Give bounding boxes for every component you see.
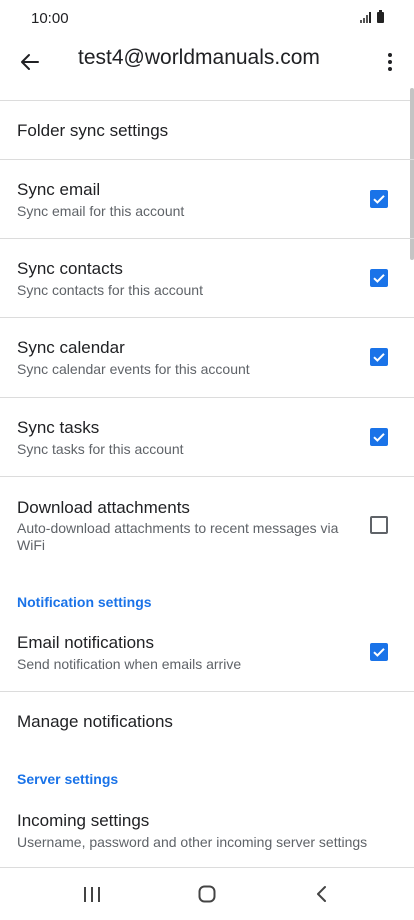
manage-notifications-label: Manage notifications	[17, 712, 173, 731]
status-icons	[360, 10, 384, 23]
setting-subtitle: Sync email for this account	[17, 203, 185, 219]
sync-tasks-checkbox[interactable]	[370, 428, 388, 446]
battery-icon	[377, 10, 384, 23]
email-notifications-checkbox[interactable]	[370, 643, 388, 661]
setting-sync-tasks[interactable]: Sync tasks Sync tasks for this account	[0, 398, 400, 476]
sync-calendar-checkbox[interactable]	[370, 348, 388, 366]
back-button[interactable]	[16, 47, 46, 77]
section-header-server: Server settings	[17, 771, 119, 787]
setting-email-notifications[interactable]: Email notifications Send notification wh…	[0, 613, 400, 691]
setting-title: Sync email	[17, 180, 101, 199]
folder-sync-settings-label: Folder sync settings	[17, 121, 169, 140]
setting-subtitle: Sync calendar events for this account	[17, 361, 250, 377]
setting-sync-calendar[interactable]: Sync calendar Sync calendar events for t…	[0, 318, 400, 397]
app-bar: test4@worldmanuals.com	[0, 38, 414, 100]
recent-apps-button[interactable]	[72, 878, 112, 910]
incoming-settings-item[interactable]: Incoming settings Username, password and…	[0, 792, 414, 862]
status-time: 10:00	[31, 10, 69, 27]
check-icon	[373, 353, 385, 362]
page-title: test4@worldmanuals.com	[78, 46, 320, 69]
setting-subtitle: Auto-download attachments to recent mess…	[17, 520, 339, 553]
back-nav-button[interactable]	[302, 878, 342, 910]
home-icon	[198, 885, 216, 903]
section-header-notifications: Notification settings	[17, 594, 152, 610]
more-vert-icon	[388, 53, 392, 71]
setting-subtitle: Sync contacts for this account	[17, 282, 203, 298]
setting-title: Download attachments	[17, 498, 190, 517]
setting-sync-contacts[interactable]: Sync contacts Sync contacts for this acc…	[0, 239, 400, 317]
setting-download-attachments[interactable]: Download attachments Auto-download attac…	[0, 477, 400, 572]
back-arrow-icon	[21, 54, 39, 70]
setting-title: Sync tasks	[17, 418, 100, 437]
setting-title: Sync contacts	[17, 259, 123, 278]
setting-title: Email notifications	[17, 633, 155, 652]
download-attachments-checkbox[interactable]	[370, 516, 388, 534]
check-icon	[373, 195, 385, 204]
sync-contacts-checkbox[interactable]	[370, 269, 388, 287]
setting-subtitle: Username, password and other incoming se…	[17, 834, 368, 850]
setting-subtitle: Send notification when emails arrive	[17, 656, 242, 672]
setting-title: Sync calendar	[17, 338, 125, 357]
more-options-button[interactable]	[376, 47, 404, 77]
scrollbar-thumb[interactable]	[410, 88, 414, 260]
status-bar: 10:00	[0, 0, 414, 38]
recent-apps-icon	[84, 887, 100, 902]
check-icon	[373, 274, 385, 283]
sync-email-checkbox[interactable]	[370, 190, 388, 208]
folder-sync-settings-item[interactable]: Folder sync settings	[0, 101, 400, 159]
manage-notifications-item[interactable]: Manage notifications	[0, 692, 400, 752]
setting-sync-email[interactable]: Sync email Sync email for this account	[0, 160, 400, 238]
back-chevron-icon	[317, 886, 326, 902]
signal-icon	[360, 12, 371, 23]
check-icon	[373, 648, 385, 657]
system-navigation-bar	[0, 868, 414, 920]
setting-title: Incoming settings	[17, 811, 150, 830]
home-button[interactable]	[187, 878, 227, 910]
check-icon	[373, 433, 385, 442]
setting-subtitle: Sync tasks for this account	[17, 441, 184, 457]
